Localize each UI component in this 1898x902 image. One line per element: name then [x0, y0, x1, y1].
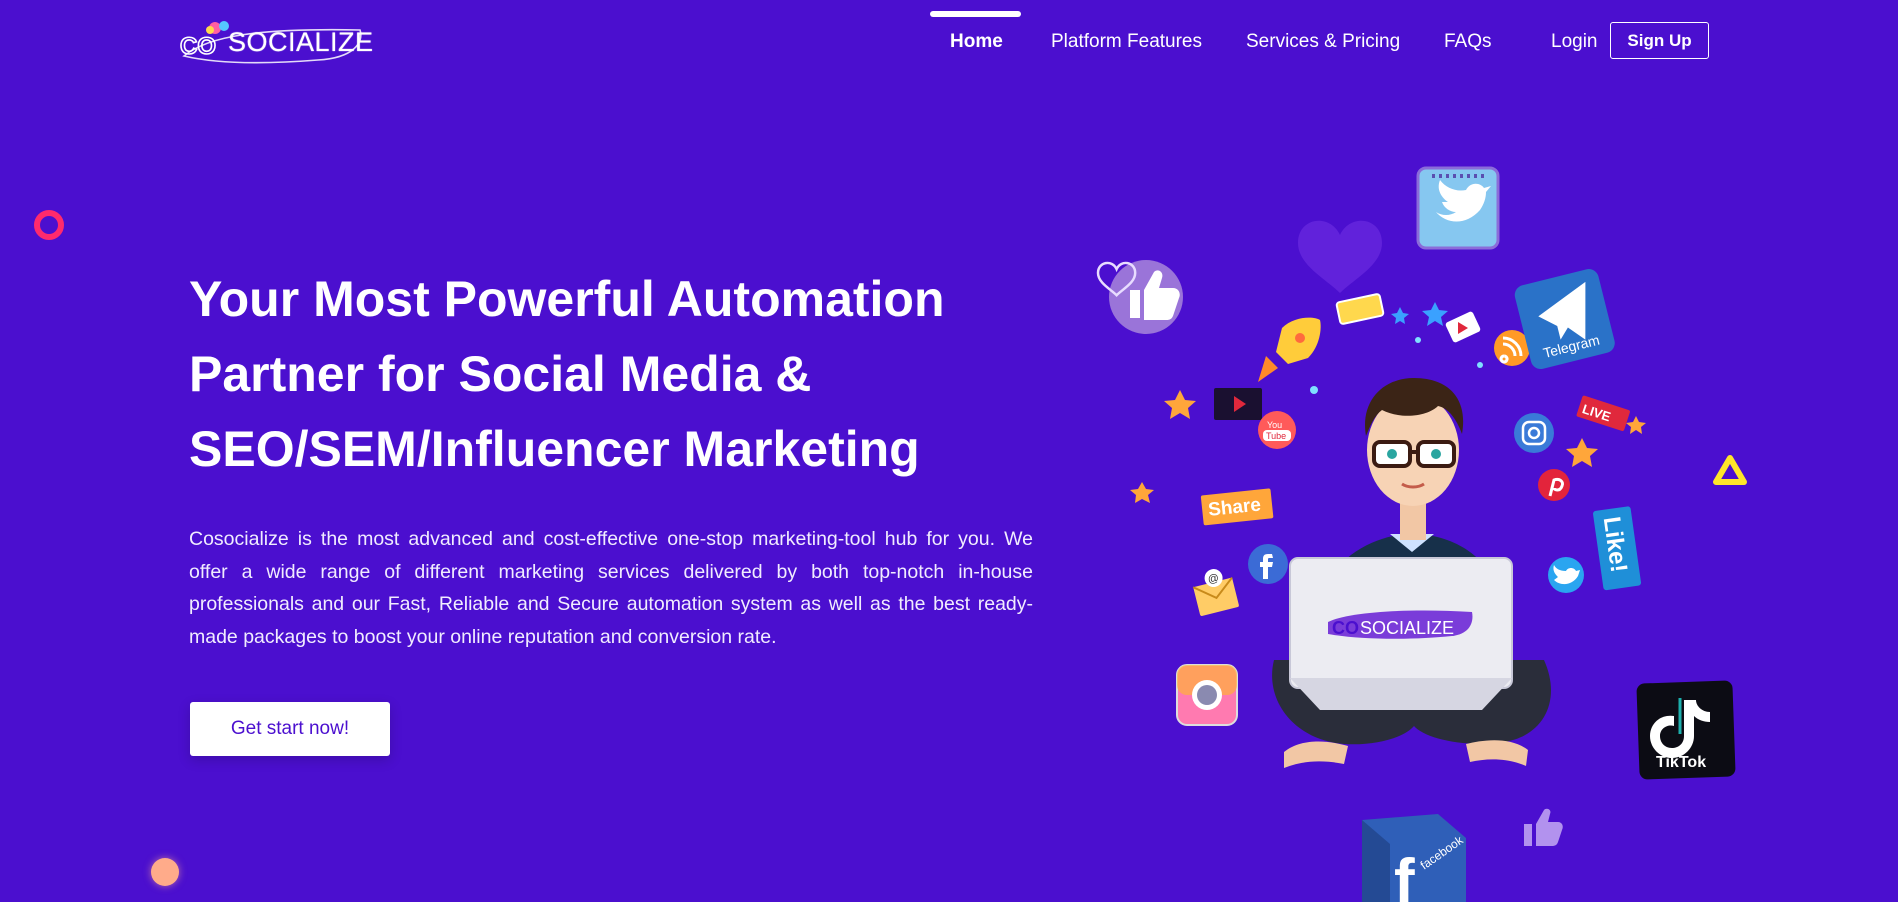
logo-text: SOCIALIZE — [228, 27, 374, 57]
thumbs-up-circle-icon — [1109, 260, 1183, 334]
hero-title: Your Most Powerful Automation Partner fo… — [189, 262, 1069, 487]
laptop-icon: CO SOCIALIZE — [1289, 557, 1513, 710]
svg-text:f: f — [1394, 847, 1415, 902]
star-orange-icon — [1164, 390, 1196, 419]
ticket-sticker-icon — [1335, 293, 1385, 325]
instagram-icon — [1514, 413, 1554, 453]
like-sign-icon: Like! — [1593, 506, 1642, 591]
youtube-label-top: You — [1267, 420, 1282, 430]
nav-active-indicator — [930, 11, 1021, 17]
video-card-icon — [1445, 311, 1481, 343]
youtube-label-bottom: Tube — [1266, 431, 1286, 441]
login-link[interactable]: Login — [1551, 31, 1598, 53]
decorative-ring-icon — [34, 210, 64, 240]
get-started-button[interactable]: Get start now! — [190, 702, 390, 756]
rocket-icon — [1258, 317, 1321, 382]
triangle-icon — [1713, 455, 1747, 485]
person-head — [1365, 378, 1464, 506]
hero-title-line-2: Partner for Social Media & — [189, 346, 812, 402]
nav-faqs[interactable]: FAQs — [1444, 31, 1492, 53]
laptop-logo-text: SOCIALIZE — [1360, 618, 1454, 638]
hero-title-line-1: Your Most Powerful Automation — [189, 271, 945, 327]
facebook-circle-icon — [1248, 544, 1288, 584]
video-player-icon — [1214, 388, 1262, 420]
email-envelope-icon: @ — [1192, 569, 1239, 616]
nav-services-pricing[interactable]: Services & Pricing — [1246, 31, 1400, 53]
decorative-dot — [151, 858, 179, 886]
hero-illustration: Telegram You Tube Share LIVE Like! @ Tik… — [1060, 160, 1760, 902]
share-tag-icon: Share — [1200, 488, 1274, 526]
star-icon — [1422, 302, 1448, 326]
live-tag-icon: LIVE — [1576, 395, 1630, 432]
nav-home[interactable]: Home — [950, 31, 1003, 53]
youtube-icon: You Tube — [1258, 411, 1296, 449]
twitter-notepad-icon — [1416, 166, 1500, 250]
tiktok-icon: TikTok — [1636, 680, 1736, 780]
instagram-app-icon — [1176, 664, 1238, 726]
thumbs-up-small-icon — [1524, 808, 1563, 846]
site-logo[interactable]: CO SOCIALIZE — [178, 18, 373, 68]
nav-platform-features[interactable]: Platform Features — [1051, 31, 1202, 53]
twitter-circle-icon — [1548, 557, 1584, 593]
pinterest-icon — [1538, 469, 1570, 501]
signup-button[interactable]: Sign Up — [1610, 22, 1709, 59]
faint-heart-icon — [1298, 220, 1382, 293]
logo-prefix: CO — [180, 33, 216, 60]
laptop-logo-prefix: CO — [1332, 618, 1359, 638]
tiktok-label: TikTok — [1656, 754, 1706, 771]
hero-title-line-3: SEO/SEM/Influencer Marketing — [189, 421, 920, 477]
hero-description: Cosocialize is the most advanced and cos… — [189, 528, 1033, 648]
facebook-cube-icon: f facebook — [1362, 814, 1466, 902]
